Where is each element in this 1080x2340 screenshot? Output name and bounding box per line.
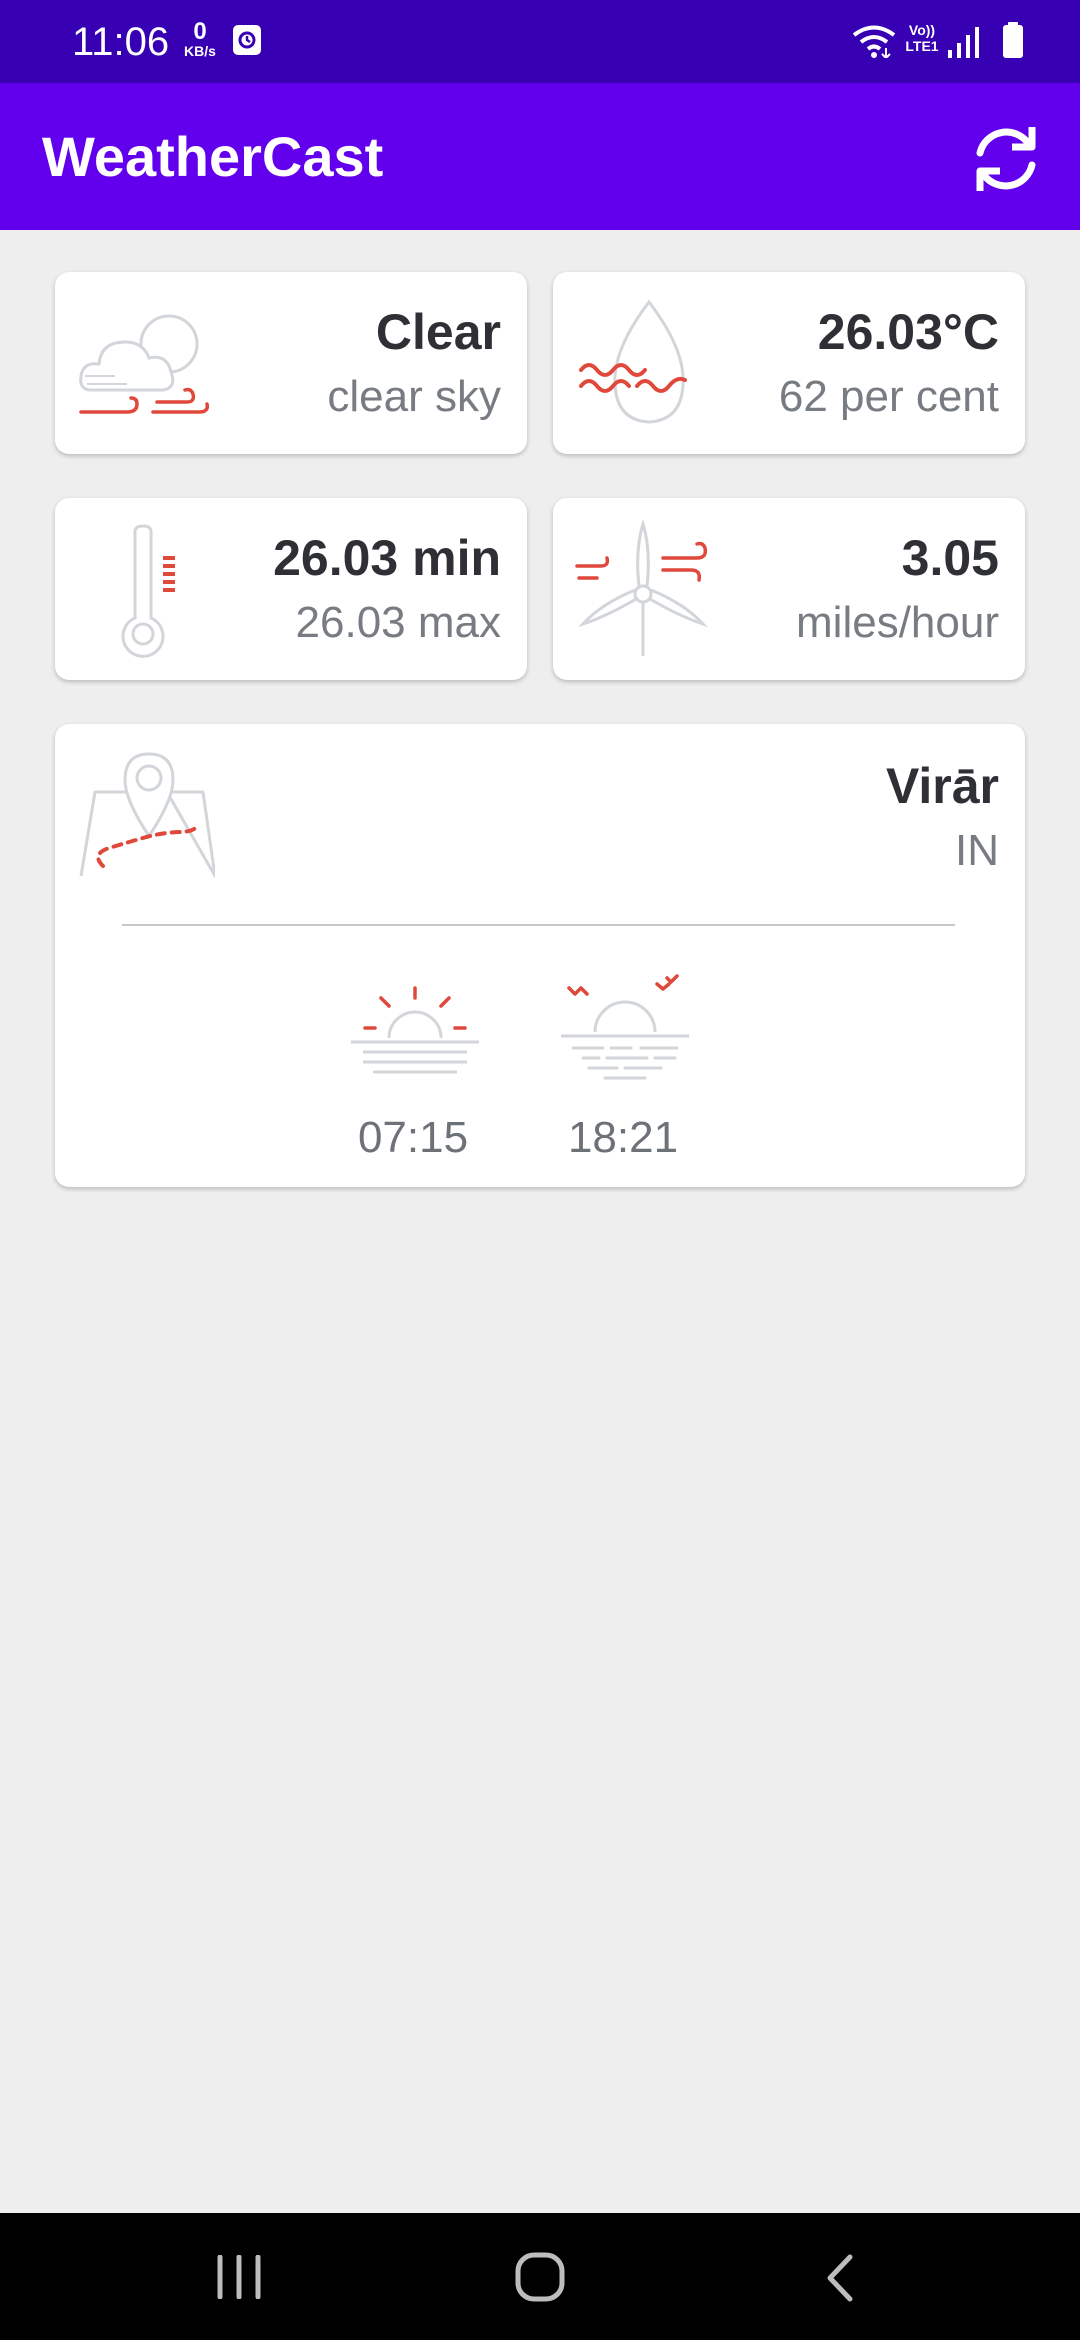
navigation-bar: [0, 2213, 1080, 2340]
city-name: Virār: [885, 758, 999, 814]
wind-card: 3.05 miles/hour: [553, 498, 1025, 680]
network-type-label: Vo)) LTE1: [902, 22, 942, 54]
data-speed-unit: KB/s: [184, 43, 216, 59]
data-speed-value: 0: [193, 18, 207, 45]
wind-unit: miles/hour: [796, 598, 999, 647]
condition-description: clear sky: [327, 372, 501, 421]
lte-label: LTE1: [905, 38, 939, 54]
condition-main: Clear: [375, 304, 501, 360]
thermometer-icon: [121, 524, 175, 658]
status-bar: 11:06 0 KB/s Vo)) LTE1: [0, 0, 1080, 83]
weather-condition-card: Clear clear sky: [55, 272, 527, 454]
min-max-card: 26.03 min 26.03 max: [55, 498, 527, 680]
recents-icon[interactable]: [214, 2255, 264, 2299]
map-pin-icon: [79, 752, 215, 878]
sunrise-time: 07:15: [357, 1113, 469, 1162]
location-divider: [122, 924, 955, 926]
temp-min: 26.03 min: [273, 530, 501, 586]
signal-icon: [948, 27, 979, 58]
refresh-button[interactable]: [966, 119, 1046, 199]
refresh-icon: [976, 127, 1036, 191]
status-icons: Vo)) LTE1: [852, 18, 1032, 66]
app-notification-icon: [232, 24, 262, 61]
sunset-icon: [561, 974, 689, 1080]
location-card: Virār IN 07:15 18:21: [55, 724, 1025, 1187]
app-bar: WeatherCast: [0, 83, 1080, 230]
status-time: 11:06: [72, 20, 170, 64]
temp-max: 26.03 max: [295, 598, 501, 647]
volte-label: Vo)): [908, 22, 936, 38]
battery-icon: [1003, 22, 1023, 58]
country-code: IN: [955, 826, 999, 875]
wind-turbine-icon: [575, 520, 708, 656]
wifi-icon: [852, 25, 896, 58]
cloudy-wind-icon: [79, 314, 209, 414]
humidity-value: 62 per cent: [778, 372, 999, 421]
temperature-card: 26.03°C 62 per cent: [553, 272, 1025, 454]
sunset-time: 18:21: [567, 1113, 679, 1162]
sunrise-icon: [351, 986, 479, 1074]
humidity-drop-icon: [579, 299, 687, 424]
home-icon[interactable]: [514, 2251, 566, 2303]
app-title: WeatherCast: [42, 125, 384, 188]
temperature-value: 26.03°C: [817, 304, 999, 360]
back-icon[interactable]: [820, 2253, 860, 2303]
data-speed-indicator: 0 KB/s: [178, 18, 222, 59]
wind-speed: 3.05: [901, 530, 999, 586]
